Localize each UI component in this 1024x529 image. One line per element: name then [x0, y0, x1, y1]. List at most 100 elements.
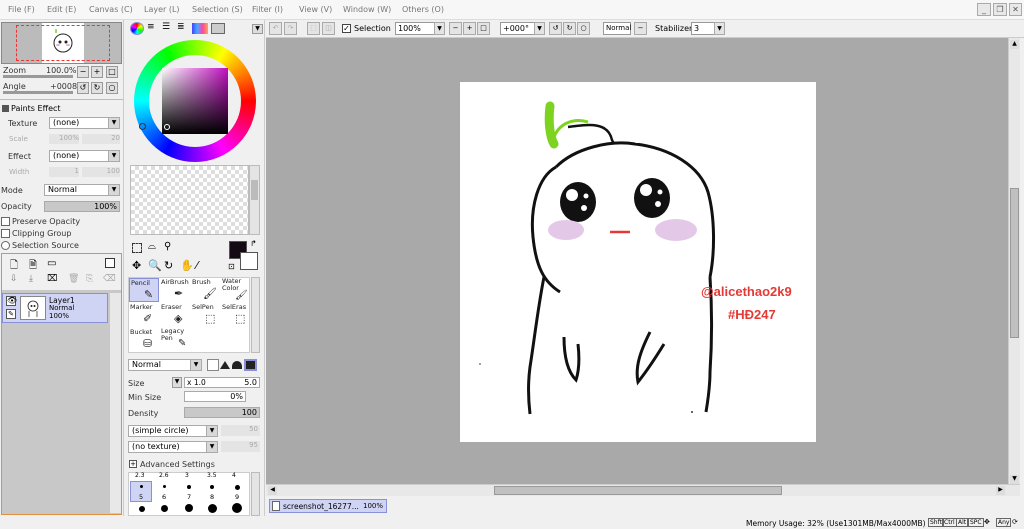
rgb-slider-tab-icon[interactable]: ≡ [147, 23, 159, 34]
scroll-left-icon[interactable]: ◀ [268, 486, 277, 495]
scratchpad[interactable] [130, 165, 249, 235]
size-preset[interactable]: 9 [235, 493, 239, 501]
brush-shape-select[interactable]: (simple circle) ▼ [128, 425, 218, 437]
density-slider[interactable]: 100 [184, 407, 260, 418]
rect-select-icon[interactable] [132, 243, 142, 253]
selection-checkbox[interactable]: ✓ [342, 24, 351, 33]
layer-row[interactable]: 👁 ✎ Layer1 Normal 100% [2, 293, 108, 323]
zoom-slider[interactable] [3, 75, 73, 78]
chevron-down-icon[interactable]: ▼ [252, 24, 263, 34]
scroll-up-icon[interactable]: ▲ [1010, 40, 1019, 49]
size-preset-top[interactable]: 3 [185, 472, 189, 479]
menu-window[interactable]: Window (W) [343, 5, 391, 14]
swatch-tab-icon[interactable] [192, 23, 208, 34]
new-folder-icon[interactable]: ▭ [47, 258, 56, 269]
scratchpad-tab-icon[interactable] [211, 23, 225, 34]
size-presets-scrollbar[interactable] [251, 472, 260, 516]
rotate-left-button[interactable]: ↺ [77, 82, 89, 94]
zoom-in-button[interactable]: + [463, 22, 476, 35]
document-tab[interactable]: screenshot_16277... 100% [269, 499, 387, 513]
chevron-down-icon[interactable]: ▼ [714, 22, 725, 35]
invert-selection-button[interactable]: ◫ [322, 22, 335, 35]
clipping-group-checkbox[interactable] [1, 229, 10, 238]
brush-blend-select[interactable]: Normal ▼ [128, 359, 202, 371]
bucket-tool[interactable]: Bucket ⛁ [129, 328, 159, 352]
brush-edge-2[interactable] [220, 361, 230, 369]
scratchpad-scrollbar[interactable] [249, 165, 260, 235]
color-wheel[interactable] [134, 40, 256, 162]
selection-source-radio[interactable] [1, 241, 10, 250]
effect-select[interactable]: (none) ▼ [49, 150, 120, 162]
texture-select[interactable]: (none) ▼ [49, 117, 120, 129]
navigator-viewport[interactable] [16, 25, 110, 61]
marker-tool[interactable]: Marker ✐ [129, 303, 159, 327]
blend-mode-select[interactable]: Normal ▼ [44, 184, 120, 196]
undo-button[interactable]: ↶ [269, 22, 282, 35]
zoom-in-button[interactable]: + [91, 66, 103, 78]
zoom-icon[interactable]: 🔍 [148, 259, 162, 272]
brush-texture-select[interactable]: (no texture) ▼ [128, 441, 218, 453]
vertical-scroll-thumb[interactable] [1010, 188, 1019, 338]
legacy-pen-tool[interactable]: Legacy Pen ✎ [160, 328, 190, 352]
view-mode-field[interactable]: Normal [603, 22, 631, 35]
rotate-reset-button[interactable]: ○ [577, 22, 590, 35]
menu-others[interactable]: Others (O) [402, 5, 444, 14]
transfer-down-icon[interactable]: ⇩ [10, 274, 18, 284]
scale-slider[interactable]: 100% [49, 134, 79, 144]
opacity-slider[interactable]: 100% [44, 201, 120, 212]
chevron-down-icon[interactable]: ▼ [534, 22, 545, 35]
pen-icon[interactable]: ✎ [6, 309, 16, 319]
menu-edit[interactable]: Edit (E) [47, 5, 76, 14]
angle-slider[interactable] [3, 91, 73, 94]
brush-tool[interactable]: Brush 🖌 [191, 278, 221, 302]
airbrush-tool[interactable]: AirBrush ✒ [160, 278, 190, 302]
min-size-slider[interactable]: 0% [184, 391, 246, 402]
scroll-right-icon[interactable]: ▶ [996, 486, 1005, 495]
swap-colors-icon[interactable]: ↱ [250, 239, 257, 248]
zoom-out-button[interactable]: − [449, 22, 462, 35]
menu-filter[interactable]: Filter (I) [252, 5, 283, 14]
rotate-reset-button[interactable]: ○ [106, 82, 118, 94]
size-preset-top[interactable]: 2.3 [135, 472, 145, 479]
hue-picker-cursor[interactable] [139, 123, 146, 130]
menu-file[interactable]: File (F) [8, 5, 35, 14]
merge-down-icon[interactable]: ⤓ [29, 274, 33, 284]
menu-view[interactable]: View (V) [299, 5, 332, 14]
canvas-area[interactable]: @alicethao2k9 #HĐ247 ▲ ▼ ◀ ▶ [266, 38, 1020, 496]
zoom-out-button[interactable]: − [77, 66, 89, 78]
menu-canvas[interactable]: Canvas (C) [89, 5, 133, 14]
color-picker-cursor[interactable] [164, 124, 170, 130]
menu-selection[interactable]: Selection (S) [192, 5, 243, 14]
rotate-icon[interactable]: ↻ [164, 259, 173, 272]
lasso-icon[interactable]: ⌓ [148, 241, 156, 252]
size-preset[interactable]: 7 [187, 493, 191, 501]
secondary-color-swatch[interactable] [240, 252, 258, 270]
color-wheel-tab-icon[interactable] [130, 22, 144, 35]
layer-mask-icon[interactable] [105, 258, 115, 268]
new-linework-layer-icon[interactable]: 🗎 [29, 258, 37, 275]
move-icon[interactable]: ✥ [132, 259, 141, 272]
chevron-down-icon[interactable]: ▼ [172, 377, 182, 388]
brush-edge-4[interactable] [244, 359, 257, 371]
eye-icon[interactable]: 👁 [6, 296, 17, 306]
size-preset-top[interactable]: 3.5 [207, 472, 217, 479]
minimize-button[interactable]: _ [977, 3, 991, 16]
copy-layer-icon[interactable]: ⎘ [86, 274, 93, 284]
seleras-tool[interactable]: SelEras ⬚ [221, 303, 251, 327]
zoom-reset-button[interactable]: □ [106, 66, 118, 78]
brush-edge-1[interactable] [207, 359, 219, 371]
delete-layer-icon[interactable]: 🗑 [68, 274, 79, 284]
scroll-down-icon[interactable]: ▼ [1010, 475, 1019, 484]
size-preset[interactable]: 6 [162, 493, 166, 501]
size-slider[interactable]: x 1.0 5.0 [184, 377, 260, 388]
close-button[interactable]: ✕ [1009, 3, 1022, 16]
texture-strength[interactable]: 95 [221, 441, 260, 452]
transparent-color-icon[interactable]: ⊡ [228, 262, 235, 271]
hand-icon[interactable]: ✋ [180, 259, 194, 272]
collapse-icon[interactable] [2, 105, 9, 112]
horizontal-scroll-thumb[interactable] [494, 486, 782, 495]
size-preset-top[interactable]: 4 [232, 472, 236, 479]
scale-number[interactable]: 20 [82, 134, 120, 144]
rotate-left-button[interactable]: ↺ [549, 22, 562, 35]
hsv-slider-tab-icon[interactable]: ☰ [162, 23, 174, 34]
